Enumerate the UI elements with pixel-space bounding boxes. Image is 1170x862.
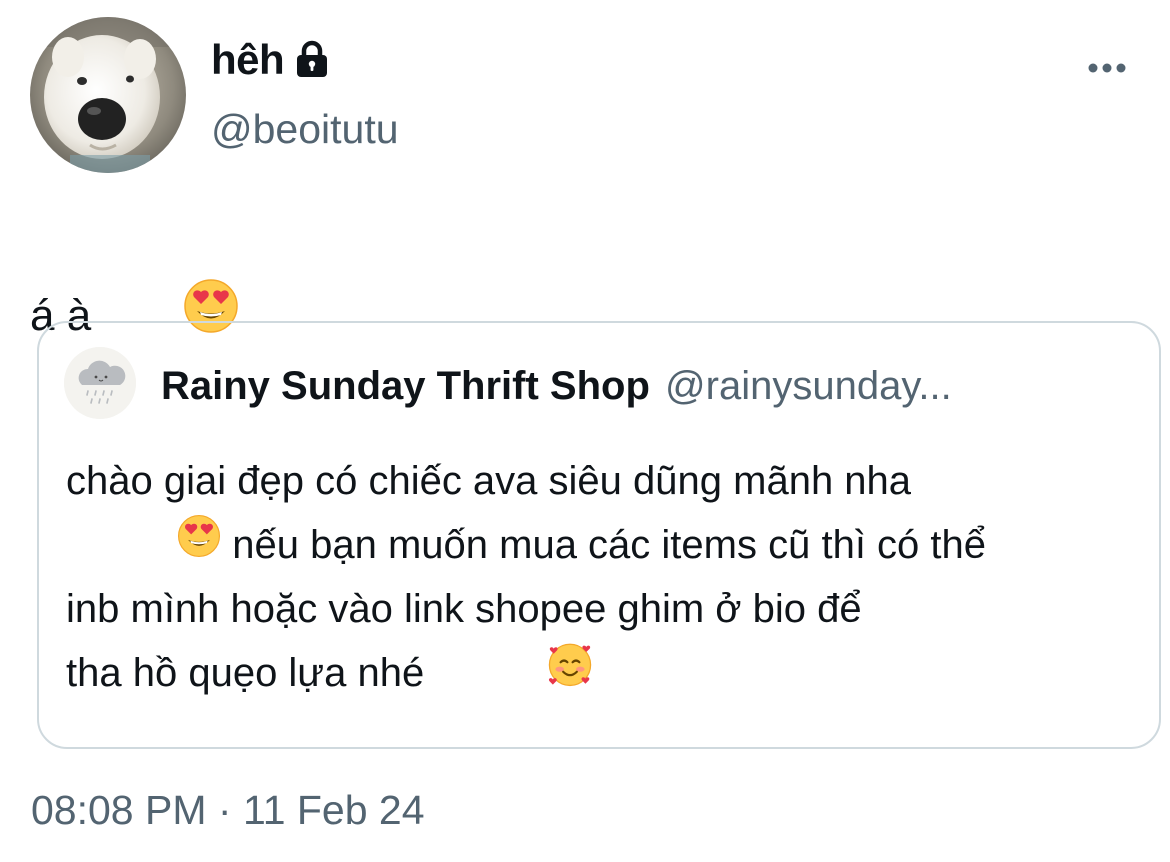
quote-line: nếu bạn muốn mua các items cũ thì có thể [66,513,1126,577]
author-handle[interactable]: @beoitutu [211,106,399,153]
quote-author-handle[interactable]: @rainysunday... [665,364,952,408]
quote-line-text: tha hồ quẹo lựa nhé [66,651,436,695]
quote-author-avatar[interactable] [64,347,136,419]
quote-author-name[interactable]: Rainy Sunday Thrift Shop [161,364,650,408]
tweet-view: hêh @beoitutu á à Rainy Sunday Thrift Sh… [0,0,1170,862]
tweet-time[interactable]: 08:08 PM [31,787,207,833]
tweet-timestamp[interactable]: 08:08 PM · 11 Feb 24 [31,780,425,840]
smiling-face-with-hearts-emoji-icon [435,576,594,771]
rain-cloud-avatar-icon [64,347,136,419]
author-name-row[interactable]: hêh [211,32,332,88]
quote-line: inb mình hoặc vào link shopee ghim ở bio… [66,577,1126,641]
author-display-name[interactable]: hêh [211,36,285,84]
quote-line: tha hồ quẹo lựa nhé [66,641,1126,705]
more-horizontal-icon [1088,63,1126,73]
timestamp-separator: · [206,787,243,833]
quote-line: chào giai đẹp có chiếc ava siêu dũng mãn… [66,449,1126,513]
tweet-date[interactable]: 11 Feb 24 [243,787,425,833]
dog-avatar-icon [30,17,186,173]
quote-text: chào giai đẹp có chiếc ava siêu dũng mãn… [66,449,1126,705]
quote-header: Rainy Sunday Thrift Shop @rainysunday... [161,361,1141,411]
quote-line-text: nếu bạn muốn mua các items cũ thì có thể [221,523,987,567]
author-avatar[interactable] [30,17,186,173]
quoted-tweet-card[interactable]: Rainy Sunday Thrift Shop @rainysunday...… [37,321,1161,749]
more-options-button[interactable] [1082,50,1132,86]
lock-icon [292,40,332,80]
